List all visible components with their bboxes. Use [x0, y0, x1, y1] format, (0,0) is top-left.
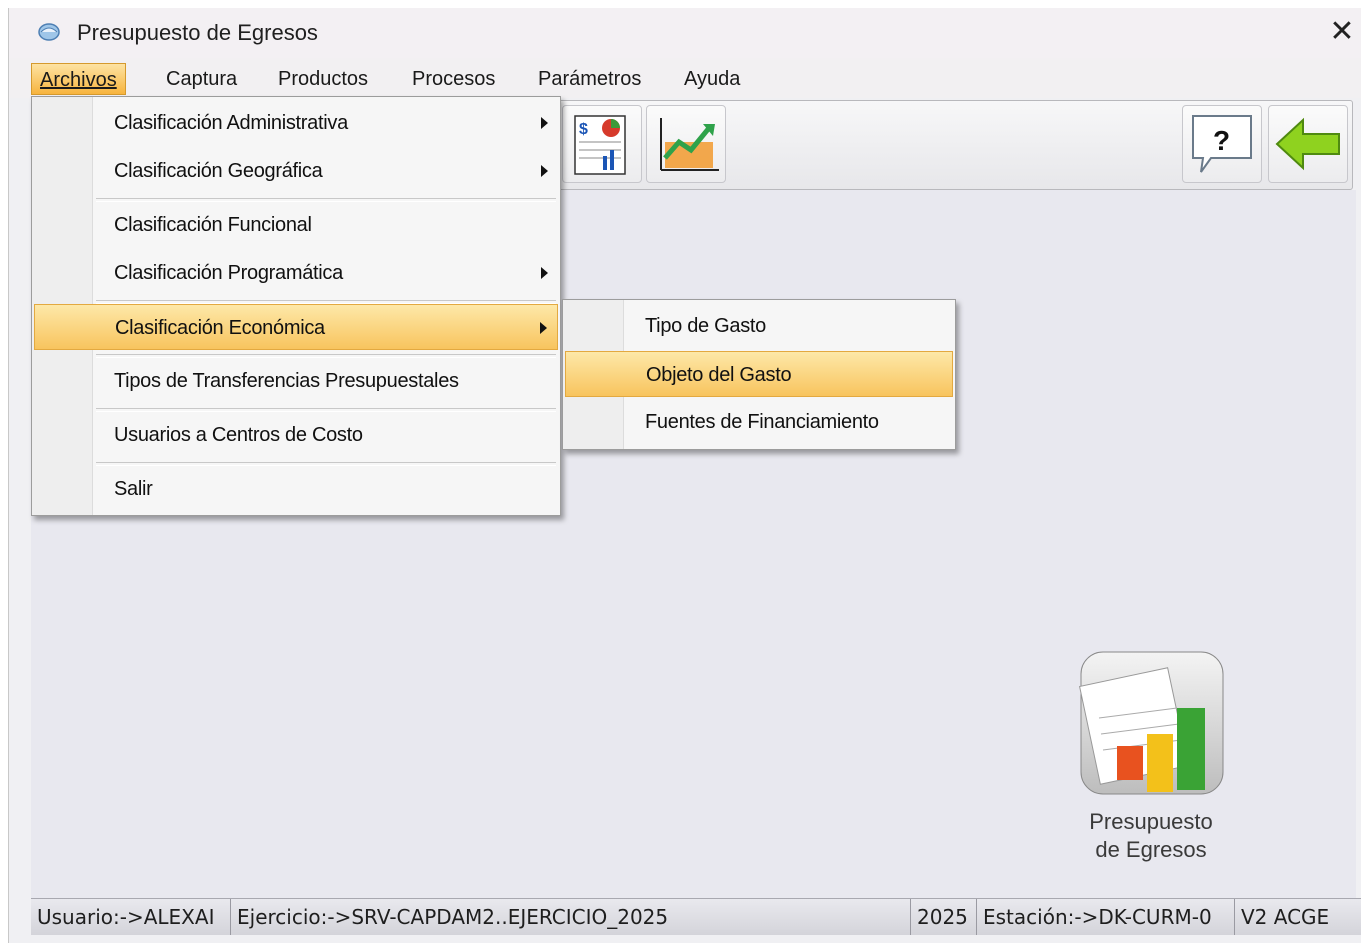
- submenu-arrow-icon: [540, 322, 547, 334]
- menu-fuentes-financiamiento[interactable]: Fuentes de Financiamiento: [565, 399, 953, 445]
- menu-usuarios-centros-costo-label: Usuarios a Centros de Costo: [114, 424, 363, 446]
- presupuesto-desktop-icon[interactable]: [1077, 648, 1227, 798]
- menu-captura-label: Captura: [166, 68, 238, 90]
- menu-fuentes-financiamiento-label: Fuentes de Financiamiento: [645, 411, 879, 433]
- svg-text:$: $: [579, 121, 588, 138]
- menu-tipo-de-gasto[interactable]: Tipo de Gasto: [565, 303, 953, 349]
- menu-ayuda[interactable]: Ayuda: [676, 63, 748, 95]
- desktop-shortcut-line1: Presupuesto: [1089, 809, 1213, 834]
- menu-archivos-label: Archivos: [40, 69, 117, 91]
- back-arrow-icon: [1275, 117, 1340, 171]
- status-bar: Usuario:->ALEXAI Ejercicio:->SRV-CAPDAM2…: [31, 898, 1361, 935]
- help-button[interactable]: ?: [1182, 105, 1262, 183]
- menu-clasificacion-programatica[interactable]: Clasificación Programática: [34, 250, 558, 296]
- help-icon-glyph: ?: [1213, 125, 1230, 156]
- menu-productos[interactable]: Productos: [270, 63, 376, 95]
- menu-tipos-transferencias-label: Tipos de Transferencias Presupuestales: [114, 370, 459, 392]
- menu-parametros-label: Parámetros: [538, 68, 642, 90]
- budget-report-icon: $: [574, 115, 626, 175]
- menu-clasificacion-administrativa[interactable]: Clasificación Administrativa: [34, 100, 558, 146]
- title-bar: Presupuesto de Egresos ✕: [9, 8, 1361, 58]
- app-window: Presupuesto de Egresos ✕ Archivos Captur…: [8, 8, 1361, 943]
- menu-clasificacion-funcional[interactable]: Clasificación Funcional: [34, 202, 558, 248]
- growth-chart-button[interactable]: [646, 105, 726, 183]
- status-estacion: Estación:->DK-CURM-0: [977, 899, 1235, 935]
- menu-ayuda-label: Ayuda: [684, 68, 741, 90]
- menu-tipos-transferencias[interactable]: Tipos de Transferencias Presupuestales: [34, 358, 558, 404]
- menu-bar: Archivos Captura Productos Procesos Pará…: [9, 58, 1361, 98]
- menu-clasificacion-economica[interactable]: Clasificación Económica: [34, 304, 558, 350]
- close-button[interactable]: ✕: [1322, 8, 1361, 58]
- menu-parametros[interactable]: Parámetros: [530, 63, 649, 95]
- status-version: V2 ACGE: [1241, 905, 1330, 929]
- desktop-shortcut-line2: de Egresos: [1095, 837, 1207, 862]
- submenu-arrow-icon: [541, 267, 548, 279]
- menu-clasificacion-administrativa-label: Clasificación Administrativa: [114, 112, 348, 134]
- menu-clasificacion-geografica-label: Clasificación Geográfica: [114, 160, 323, 182]
- menu-captura[interactable]: Captura: [158, 63, 245, 95]
- menu-tipo-de-gasto-label: Tipo de Gasto: [645, 315, 766, 337]
- close-icon: ✕: [1329, 15, 1355, 48]
- budget-report-button[interactable]: $: [562, 105, 642, 183]
- status-ejercicio: Ejercicio:->SRV-CAPDAM2..EJERCICIO_2025: [231, 899, 911, 935]
- app-icon: [38, 23, 60, 41]
- status-year: 2025: [911, 899, 977, 935]
- menu-clasificacion-economica-label: Clasificación Económica: [115, 317, 325, 339]
- menu-salir-label: Salir: [114, 478, 153, 500]
- menu-procesos-label: Procesos: [412, 68, 496, 90]
- economica-submenu: Tipo de Gasto Objeto del Gasto Fuentes d…: [562, 299, 956, 450]
- menu-usuarios-centros-costo[interactable]: Usuarios a Centros de Costo: [34, 412, 558, 458]
- window-title: Presupuesto de Egresos: [77, 20, 318, 45]
- menu-objeto-del-gasto-label: Objeto del Gasto: [646, 364, 792, 386]
- submenu-arrow-icon: [541, 117, 548, 129]
- back-button[interactable]: [1268, 105, 1348, 183]
- menu-clasificacion-programatica-label: Clasificación Programática: [114, 262, 343, 284]
- menu-objeto-del-gasto[interactable]: Objeto del Gasto: [565, 351, 953, 397]
- menu-clasificacion-geografica[interactable]: Clasificación Geográfica: [34, 148, 558, 194]
- submenu-arrow-icon: [541, 165, 548, 177]
- menu-salir[interactable]: Salir: [34, 466, 558, 512]
- desktop-shortcut-label: Presupuesto de Egresos: [1059, 808, 1243, 864]
- growth-chart-icon: [660, 118, 719, 171]
- help-icon: ?: [1192, 115, 1252, 173]
- status-usuario: Usuario:->ALEXAI: [31, 899, 231, 935]
- menu-productos-label: Productos: [278, 68, 369, 90]
- menu-archivos[interactable]: Archivos: [31, 63, 126, 95]
- menu-procesos[interactable]: Procesos: [404, 63, 503, 95]
- archivos-menu: Clasificación Administrativa Clasificaci…: [31, 96, 561, 516]
- menu-clasificacion-funcional-label: Clasificación Funcional: [114, 214, 312, 236]
